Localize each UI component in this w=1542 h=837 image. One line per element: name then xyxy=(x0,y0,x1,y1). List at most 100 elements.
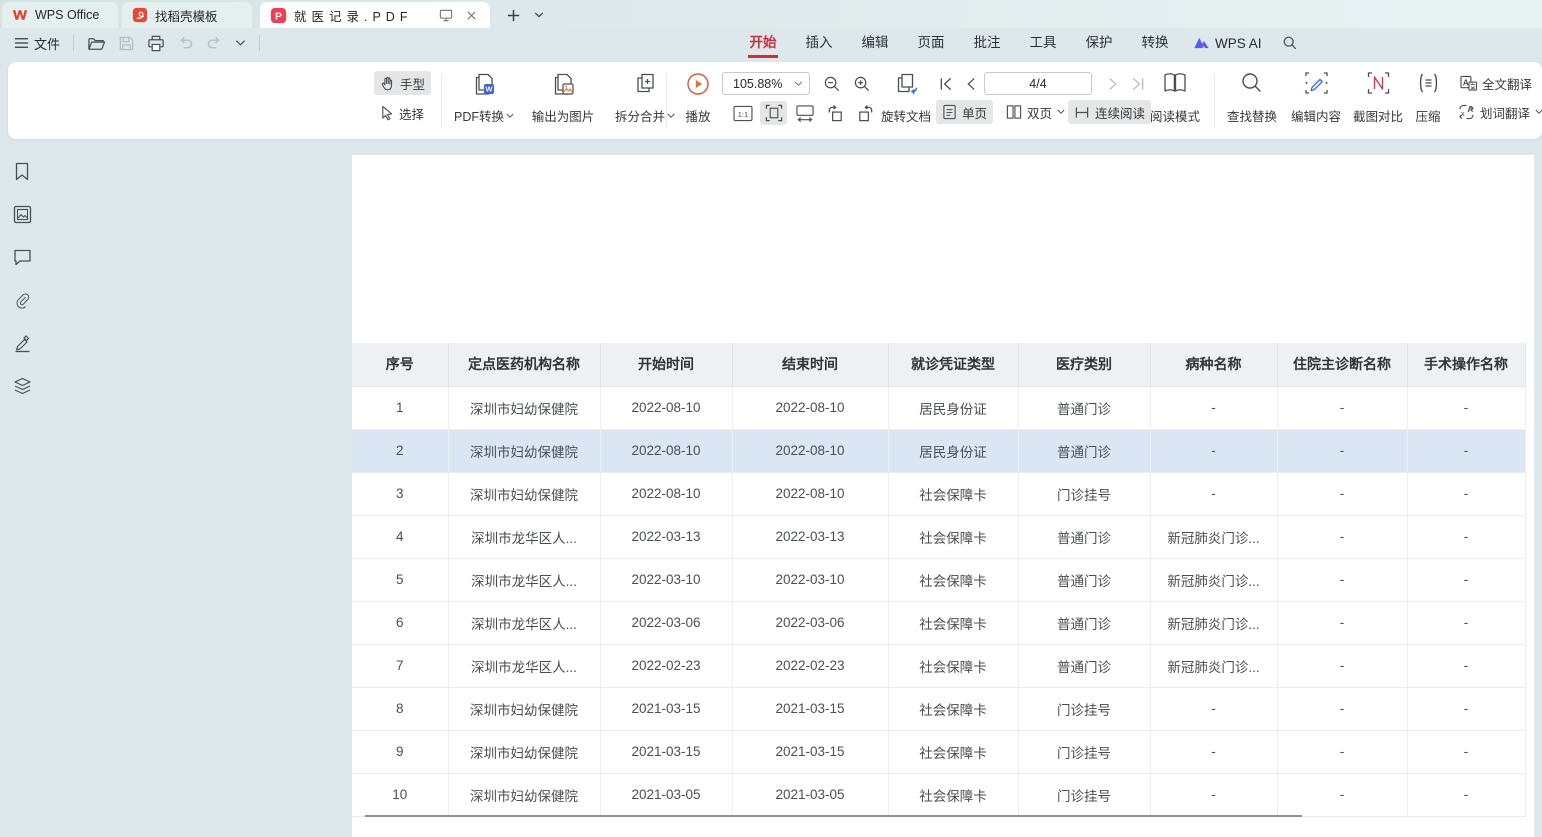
full-translate-icon: A xyxy=(1460,75,1477,91)
continuous-read-button[interactable]: 连续阅读 xyxy=(1068,100,1151,124)
next-page-button[interactable] xyxy=(1104,75,1122,93)
toolbar-separator xyxy=(666,74,667,127)
wps-logo-icon xyxy=(12,8,28,22)
open-file-button[interactable] xyxy=(81,31,112,55)
save-icon xyxy=(118,35,135,52)
docer-icon xyxy=(132,7,148,23)
fit-width-button[interactable] xyxy=(792,102,818,124)
table-cell: 深圳市妇幼保健院 xyxy=(448,687,600,730)
comment-panel-button[interactable] xyxy=(11,246,33,268)
redo-icon xyxy=(206,36,223,51)
table-cell: 居民身份证 xyxy=(888,429,1018,472)
next-page-icon xyxy=(1108,77,1118,91)
read-mode-button[interactable]: 阅读模式 xyxy=(1144,69,1206,131)
zoom-level-select[interactable]: 105.88% xyxy=(722,72,810,95)
table-cell: 社会保障卡 xyxy=(888,773,1018,816)
table-cell: - xyxy=(1407,429,1525,472)
zoom-out-button[interactable] xyxy=(820,73,844,95)
menu-item-7[interactable]: 转换 xyxy=(1127,28,1183,58)
page-indicator-input[interactable]: 4/4 xyxy=(984,72,1092,95)
navigation-sidebar xyxy=(0,140,44,837)
present-window-button[interactable] xyxy=(437,6,455,24)
print-button[interactable] xyxy=(141,31,171,55)
actual-size-button[interactable]: 1:1 xyxy=(730,102,756,124)
previous-page-button[interactable] xyxy=(962,75,980,93)
new-tab-button[interactable] xyxy=(502,4,524,26)
compress-button[interactable]: 压缩 xyxy=(1406,69,1450,131)
pdf-convert-button[interactable]: W PDF转换 xyxy=(446,69,522,131)
screenshot-compare-button[interactable]: 截图对比 xyxy=(1346,69,1410,131)
undo-button[interactable] xyxy=(171,31,200,55)
menu-item-4[interactable]: 批注 xyxy=(959,28,1015,58)
full-translate-button[interactable]: A 全文翻译 xyxy=(1454,71,1538,95)
menu-item-1[interactable]: 插入 xyxy=(791,28,847,58)
attachment-panel-button[interactable] xyxy=(11,289,33,311)
table-cell: 深圳市龙华区人... xyxy=(448,601,600,644)
find-replace-label: 查找替换 xyxy=(1227,106,1277,125)
select-tool-label: 选择 xyxy=(399,104,424,123)
annotate-panel-button[interactable] xyxy=(11,332,33,354)
hand-icon xyxy=(380,75,395,91)
pen-icon xyxy=(13,334,32,353)
table-cell: 2021-03-05 xyxy=(732,773,888,816)
table-cell: 深圳市妇幼保健院 xyxy=(448,386,600,429)
zoom-in-button[interactable] xyxy=(850,73,874,95)
thumbnail-panel-button[interactable] xyxy=(11,203,33,225)
bookmark-panel-button[interactable] xyxy=(11,160,33,182)
hand-tool-button[interactable]: 手型 xyxy=(374,71,431,95)
tab-document-active[interactable]: P 就医记录.PDF xyxy=(260,2,490,28)
rotate-document-button[interactable]: 旋转文档 xyxy=(874,69,938,131)
menu-item-6[interactable]: 保护 xyxy=(1071,28,1127,58)
last-page-icon xyxy=(1131,77,1145,91)
find-replace-icon xyxy=(1240,71,1264,95)
chevron-down-icon xyxy=(794,81,803,87)
play-button[interactable]: 播放 xyxy=(672,69,724,131)
layers-panel-button[interactable] xyxy=(11,375,33,397)
fit-page-button[interactable] xyxy=(760,101,787,125)
rotate-left-button[interactable] xyxy=(822,102,848,124)
table-cell: - xyxy=(1150,429,1277,472)
wps-ai-button[interactable]: WPS AI xyxy=(1183,36,1272,51)
ribbon-toolbar: 手型 选择 W PDF转换 输出为图片 xyxy=(8,62,1542,139)
file-menu-button[interactable]: 文件 xyxy=(8,31,66,55)
table-cell: 2022-08-10 xyxy=(600,429,732,472)
edit-content-button[interactable]: 编辑内容 xyxy=(1284,69,1348,131)
zoom-out-icon xyxy=(823,75,841,93)
table-cell: 2022-03-10 xyxy=(600,558,732,601)
menu-item-5[interactable]: 工具 xyxy=(1015,28,1071,58)
single-page-label: 单页 xyxy=(962,103,987,122)
svg-text:x: x xyxy=(1461,109,1465,118)
first-page-button[interactable] xyxy=(936,75,956,93)
table-cell: 2022-03-13 xyxy=(732,515,888,558)
menu-item-2[interactable]: 编辑 xyxy=(847,28,903,58)
single-page-button[interactable]: 单页 xyxy=(936,100,993,124)
double-page-button[interactable]: 双页 xyxy=(1000,100,1071,124)
tab-template[interactable]: 找稻壳模板 xyxy=(122,2,252,28)
export-image-button[interactable]: 输出为图片 xyxy=(522,69,604,131)
table-cell: - xyxy=(1407,515,1525,558)
ribbon-search-button[interactable] xyxy=(1272,35,1308,51)
table-cell: - xyxy=(1407,644,1525,687)
table-cell: 2021-03-15 xyxy=(732,687,888,730)
close-tab-button[interactable] xyxy=(462,6,480,24)
table-row: 2深圳市妇幼保健院2022-08-102022-08-10居民身份证普通门诊--… xyxy=(352,429,1525,472)
wps-pdf-app: { "tabs": { "home": { "label": "WPS Offi… xyxy=(0,0,1542,837)
undo-icon xyxy=(177,36,194,51)
table-cell: - xyxy=(1407,730,1525,773)
zoom-level-value: 105.88% xyxy=(733,77,782,91)
save-button[interactable] xyxy=(112,31,141,55)
tab-list-button[interactable] xyxy=(528,4,550,26)
record-table-header-row: 序号定点医药机构名称开始时间结束时间就诊凭证类型医疗类别病种名称住院主诊断名称手… xyxy=(352,343,1525,386)
redo-button[interactable] xyxy=(200,31,229,55)
quickbar-more-button[interactable] xyxy=(229,31,252,55)
find-replace-button[interactable]: 查找替换 xyxy=(1220,69,1284,131)
tab-wps-home[interactable]: WPS Office xyxy=(2,2,118,28)
column-header: 住院主诊断名称 xyxy=(1277,343,1407,386)
book-icon xyxy=(1162,71,1188,95)
word-translate-button[interactable]: x A 划词翻译 xyxy=(1452,100,1542,124)
table-cell: - xyxy=(1277,386,1407,429)
svg-text:W: W xyxy=(485,85,493,94)
select-tool-button[interactable]: 选择 xyxy=(374,101,430,125)
menu-item-3[interactable]: 页面 xyxy=(903,28,959,58)
menu-item-0[interactable]: 开始 xyxy=(735,28,791,58)
